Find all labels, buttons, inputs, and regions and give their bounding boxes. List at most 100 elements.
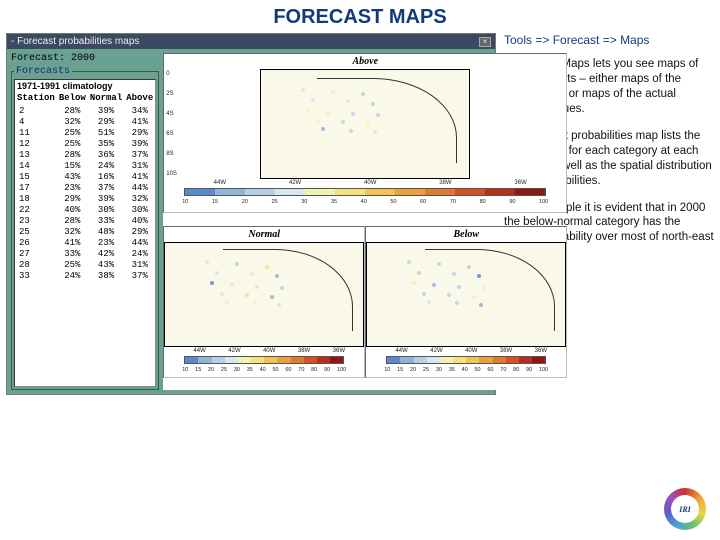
table-row[interactable]: 1328%36%37% xyxy=(15,149,155,160)
table-row[interactable]: 228%39%34% xyxy=(15,105,155,117)
table-row[interactable]: 432%29%41% xyxy=(15,116,155,127)
station-dot xyxy=(331,90,335,94)
table-cell: 33% xyxy=(57,248,88,259)
climatology-line: 1971-1991 climatology xyxy=(15,80,155,92)
station-dot xyxy=(412,281,416,285)
station-dot xyxy=(316,119,320,123)
station-dot xyxy=(245,293,249,297)
forecast-maps-window: - Forecast probabilities maps × Forecast… xyxy=(6,33,496,395)
table-row[interactable]: 1225%35%39% xyxy=(15,138,155,149)
table-cell: 22 xyxy=(15,204,57,215)
table-row[interactable]: 1723%37%44% xyxy=(15,182,155,193)
map-normal: Normal 02S4S6S8S10S 44W42W40W38W36W 101 xyxy=(163,226,365,378)
table-row[interactable]: 1543%16%41% xyxy=(15,171,155,182)
maps-bottom-row: Normal 02S4S6S8S10S 44W42W40W38W36W 101 xyxy=(163,226,567,391)
table-cell: 18 xyxy=(15,193,57,204)
map-above-title: Above xyxy=(164,54,566,69)
station-dot xyxy=(277,303,281,307)
station-dot xyxy=(215,271,219,275)
table-cell: 33% xyxy=(88,215,124,226)
table-cell: 40% xyxy=(57,204,88,215)
station-dot xyxy=(477,274,481,278)
station-dot xyxy=(306,109,310,113)
table-cell: 51% xyxy=(88,127,124,138)
x-ticks: 44W42W40W38W36W xyxy=(164,347,364,354)
y-ticks: 02S4S6S8S10S xyxy=(166,69,182,179)
table-cell: 4 xyxy=(15,116,57,127)
station-dot xyxy=(371,102,375,106)
table-cell: 28 xyxy=(15,259,57,270)
colorbar-labels: 101520253035405060708090100 xyxy=(182,367,346,373)
table-row[interactable]: 2641%23%44% xyxy=(15,237,155,248)
station-dot xyxy=(301,88,305,92)
station-dot xyxy=(275,274,279,278)
station-dot xyxy=(230,283,234,287)
table-cell: 27 xyxy=(15,248,57,259)
forecast-year-label: Forecast: 2000 xyxy=(11,53,159,64)
table-cell: 23% xyxy=(88,237,124,248)
table-cell: 31% xyxy=(124,259,155,270)
station-dot xyxy=(349,129,353,133)
station-dot xyxy=(479,303,483,307)
stations-dots xyxy=(397,257,497,327)
table-cell: 44% xyxy=(124,182,155,193)
table-cell: 15% xyxy=(57,160,88,171)
table-cell: 30% xyxy=(124,204,155,215)
data-table-wrap[interactable]: 1971-1991 climatology StationBelowNormal… xyxy=(14,79,156,387)
col-header: Station xyxy=(15,92,57,105)
map-normal-title: Normal xyxy=(164,227,364,242)
table-row[interactable]: 1125%51%29% xyxy=(15,127,155,138)
colorbar-labels: 101520253035405060708090100 xyxy=(182,199,548,205)
station-dot xyxy=(472,295,476,299)
stations-dots xyxy=(195,257,295,327)
colorbar xyxy=(184,356,344,364)
table-row[interactable]: 2240%30%30% xyxy=(15,204,155,215)
station-dot xyxy=(220,292,224,296)
station-dot xyxy=(280,286,284,290)
station-dot xyxy=(351,112,355,116)
station-dot xyxy=(346,99,350,103)
table-cell: 32% xyxy=(124,193,155,204)
table-row[interactable]: 2825%43%31% xyxy=(15,259,155,270)
col-header: Below xyxy=(57,92,88,105)
table-cell: 13 xyxy=(15,149,57,160)
table-row[interactable]: 3324%38%37% xyxy=(15,270,155,281)
table-cell: 39% xyxy=(124,138,155,149)
close-icon[interactable]: × xyxy=(479,37,491,47)
table-cell: 23 xyxy=(15,215,57,226)
table-cell: 36% xyxy=(88,149,124,160)
table-cell: 17 xyxy=(15,182,57,193)
table-row[interactable]: 1829%39%32% xyxy=(15,193,155,204)
map-below: Below 02S4S6S8S10S 44W42W40W38W36W 1015 xyxy=(365,226,567,378)
table-cell: 38% xyxy=(88,270,124,281)
col-header: Above xyxy=(124,92,155,105)
table-row[interactable]: 1415%24%31% xyxy=(15,160,155,171)
content: - Forecast probabilities maps × Forecast… xyxy=(0,33,720,395)
table-row[interactable]: 2532%48%29% xyxy=(15,226,155,237)
table-cell: 41% xyxy=(124,116,155,127)
table-cell: 28% xyxy=(57,149,88,160)
colorbar xyxy=(184,188,546,196)
table-row[interactable]: 2733%42%24% xyxy=(15,248,155,259)
table-cell: 43% xyxy=(88,259,124,270)
table-cell: 24% xyxy=(88,160,124,171)
table-cell: 29% xyxy=(124,127,155,138)
station-dot xyxy=(326,111,330,115)
station-dot xyxy=(210,281,214,285)
station-dot xyxy=(467,265,471,269)
window-titlebar[interactable]: - Forecast probabilities maps × xyxy=(7,34,495,49)
table-cell: 29% xyxy=(88,116,124,127)
table-cell: 32% xyxy=(57,226,88,237)
left-column: - Forecast probabilities maps × Forecast… xyxy=(6,33,496,395)
station-dot xyxy=(376,113,380,117)
table-cell: 37% xyxy=(88,182,124,193)
table-row[interactable]: 2328%33%40% xyxy=(15,215,155,226)
table-cell: 28% xyxy=(57,215,88,226)
table-cell: 35% xyxy=(88,138,124,149)
breadcrumb: Tools => Forecast => Maps xyxy=(504,33,714,47)
x-ticks: 44W42W40W38W36W xyxy=(366,347,566,354)
table-cell: 25% xyxy=(57,127,88,138)
window-title: - Forecast probabilities maps xyxy=(11,36,139,47)
station-dot xyxy=(361,92,365,96)
table-cell: 37% xyxy=(124,270,155,281)
